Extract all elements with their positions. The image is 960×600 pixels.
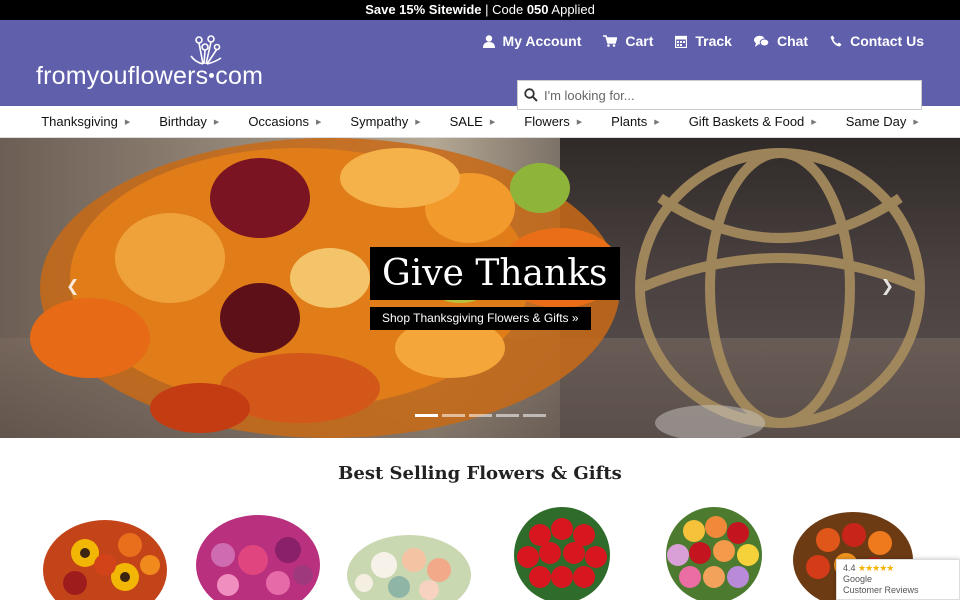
nav-item-sympathy[interactable]: Sympathy ▶ — [350, 114, 420, 129]
user-icon — [482, 34, 495, 48]
promo-bar: Save 15% Sitewide | Code 050 Applied — [0, 0, 960, 20]
track-link[interactable]: Track — [675, 33, 732, 49]
carousel-dot[interactable] — [496, 414, 519, 417]
nav-item-same-day[interactable]: Same Day ▶ — [846, 114, 919, 129]
carousel-dot[interactable] — [523, 414, 546, 417]
cart-link[interactable]: Cart — [603, 33, 653, 49]
track-label: Track — [695, 33, 732, 49]
google-reviews-badge[interactable]: 4.4 ★★★★★ Google Customer Reviews — [836, 559, 960, 600]
caret-right-icon: ▶ — [811, 118, 817, 126]
best-selling-title: Best Selling Flowers & Gifts — [338, 463, 622, 484]
caret-right-icon: ▶ — [213, 118, 220, 126]
main-nav: Thanksgiving ▶ Birthday ▶ Occasions ▶ Sympa… — [0, 106, 960, 138]
google-label: Google — [843, 574, 873, 584]
carousel-next-arrow-icon[interactable]: ❯ — [881, 276, 894, 296]
nav-label: Sympathy — [350, 114, 409, 129]
caret-right-icon: ▶ — [415, 118, 421, 126]
hero-carousel[interactable]: Give Thanks Shop Thanksgiving Flowers & … — [0, 138, 960, 438]
product-image-red-roses[interactable] — [497, 505, 627, 600]
nav-item-flowers[interactable]: Flowers ▶ — [524, 114, 582, 129]
nav-label: Flowers — [524, 114, 570, 129]
calendar-icon — [675, 35, 688, 48]
promo-save-text: Save 15% Sitewide — [365, 2, 482, 17]
nav-label: Birthday — [159, 114, 207, 129]
product-image-pastel-bouquet[interactable] — [344, 505, 474, 600]
phone-icon — [830, 35, 842, 47]
nav-item-birthday[interactable]: Birthday ▶ — [159, 114, 219, 129]
nav-item-occasions[interactable]: Occasions ▶ — [248, 114, 321, 129]
search-icon[interactable] — [524, 88, 538, 102]
caret-right-icon: ▶ — [654, 118, 660, 126]
nav-label: Thanksgiving — [41, 114, 118, 129]
product-image-mixed-roses[interactable] — [649, 505, 779, 600]
carousel-prev-arrow-icon[interactable]: ❮ — [66, 276, 79, 296]
caret-right-icon: ▶ — [913, 118, 919, 126]
logo-text-left: fromyouflowers — [36, 62, 209, 90]
search-input[interactable] — [544, 87, 904, 103]
my-account-label: My Account — [502, 33, 582, 49]
contact-us-label: Contact Us — [850, 33, 924, 49]
nav-label: Gift Baskets & Food — [688, 114, 805, 129]
chat-icon — [753, 35, 769, 47]
site-header: fromyouflowers com My Account Cart Track … — [0, 20, 960, 110]
search-box — [517, 80, 922, 110]
carousel-dot[interactable] — [469, 414, 492, 417]
carousel-dot[interactable] — [442, 414, 465, 417]
star-rating-icon: ★★★★★ — [858, 563, 894, 573]
hero-title[interactable]: Give Thanks — [370, 247, 620, 300]
site-logo[interactable]: fromyouflowers com — [36, 34, 266, 96]
product-image-pink-bouquet[interactable] — [193, 505, 323, 600]
product-image-thanksgiving-bouquet[interactable] — [40, 505, 170, 600]
cart-icon — [603, 35, 618, 47]
nav-label: Plants — [611, 114, 648, 129]
carousel-indicators — [415, 414, 546, 417]
nav-item-thanksgiving[interactable]: Thanksgiving ▶ — [41, 114, 130, 129]
hero-cta-link[interactable]: Shop Thanksgiving Flowers & Gifts » — [370, 307, 591, 330]
carousel-dot[interactable] — [415, 414, 438, 417]
my-account-link[interactable]: My Account — [482, 33, 582, 49]
promo-applied: Applied — [548, 2, 595, 17]
chat-label: Chat — [776, 33, 809, 49]
product-row — [0, 505, 960, 600]
nav-item-gift-baskets[interactable]: Gift Baskets & Food ▶ — [689, 114, 817, 129]
promo-code: 050 — [526, 2, 549, 17]
logo-wordmark: fromyouflowers com — [36, 62, 263, 91]
logo-text-right: com — [215, 62, 264, 90]
chat-link[interactable]: Chat — [753, 33, 809, 49]
google-rating-row: 4.4 ★★★★★ — [843, 563, 953, 574]
contact-us-link[interactable]: Contact Us — [830, 33, 924, 49]
utility-links: My Account Cart Track Chat Contact Us — [461, 33, 924, 49]
nav-item-sale[interactable]: SALE ▶ — [450, 114, 496, 129]
caret-right-icon: ▶ — [576, 118, 583, 126]
google-rating-value: 4.4 — [843, 563, 856, 573]
caret-right-icon: ▶ — [316, 118, 322, 126]
caret-right-icon: ▶ — [124, 118, 131, 126]
cart-label: Cart — [625, 33, 654, 49]
customer-reviews-label: Customer Reviews — [843, 585, 919, 595]
nav-label: Occasions — [248, 114, 310, 129]
nav-item-plants[interactable]: Plants ▶ — [611, 114, 660, 129]
nav-label: SALE — [449, 114, 483, 129]
promo-separator: | Code — [481, 2, 527, 17]
logo-dot — [209, 73, 215, 79]
nav-label: Same Day — [845, 114, 907, 129]
caret-right-icon: ▶ — [489, 118, 496, 126]
